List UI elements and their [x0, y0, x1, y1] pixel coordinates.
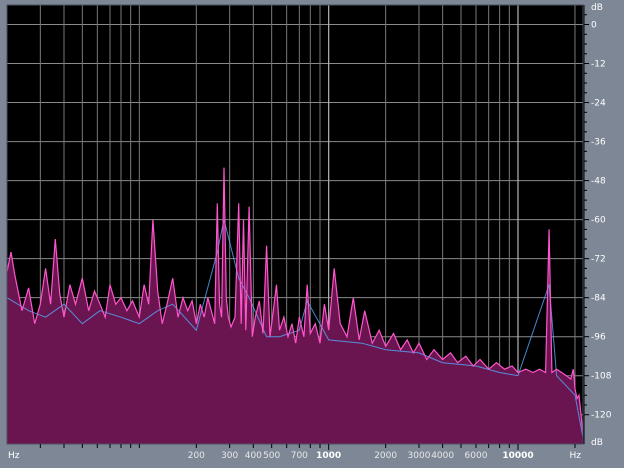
x-tick-label: 700 — [291, 451, 308, 461]
y-tick-label: -36 — [591, 138, 606, 148]
y-tick-label: -48 — [591, 177, 606, 187]
x-tick-label-major: 10000 — [502, 451, 533, 461]
x-tick-label: 400 — [245, 451, 262, 461]
x-axis-unit-left: Hz — [8, 451, 20, 461]
y-tick-label: -120 — [591, 411, 612, 421]
x-tick-label: 200 — [188, 451, 205, 461]
y-tick-label: 0 — [591, 21, 597, 31]
x-tick-label: 4000 — [431, 451, 454, 461]
y-axis-unit-bottom: dB — [591, 438, 603, 448]
x-axis-unit-right: Hz — [570, 451, 582, 461]
y-tick-label: -60 — [591, 216, 606, 226]
x-tick-label: 6000 — [465, 451, 488, 461]
y-tick-label: -72 — [591, 255, 606, 265]
x-tick-label: 300 — [221, 451, 238, 461]
spectrum-chart: 0 -12 -24 -36 -48 -60 -72 -84 -96 -108 -120 200 300… — [0, 0, 624, 468]
x-tick-label-major: 1000 — [316, 451, 341, 461]
y-tick-label: -108 — [591, 372, 612, 382]
spectrum-analyzer-window: 0 -12 -24 -36 -48 -60 -72 -84 -96 -108 -120 200 300… — [0, 0, 624, 468]
x-tick-label: 3000 — [408, 451, 431, 461]
x-tick-label: 500 — [263, 451, 280, 461]
y-tick-label: -12 — [591, 60, 606, 70]
y-axis-unit-top: dB — [591, 3, 603, 13]
y-tick-label: -84 — [591, 294, 606, 304]
y-tick-label: -24 — [591, 99, 606, 109]
y-tick-label: -96 — [591, 333, 606, 343]
x-tick-label: 2000 — [374, 451, 397, 461]
